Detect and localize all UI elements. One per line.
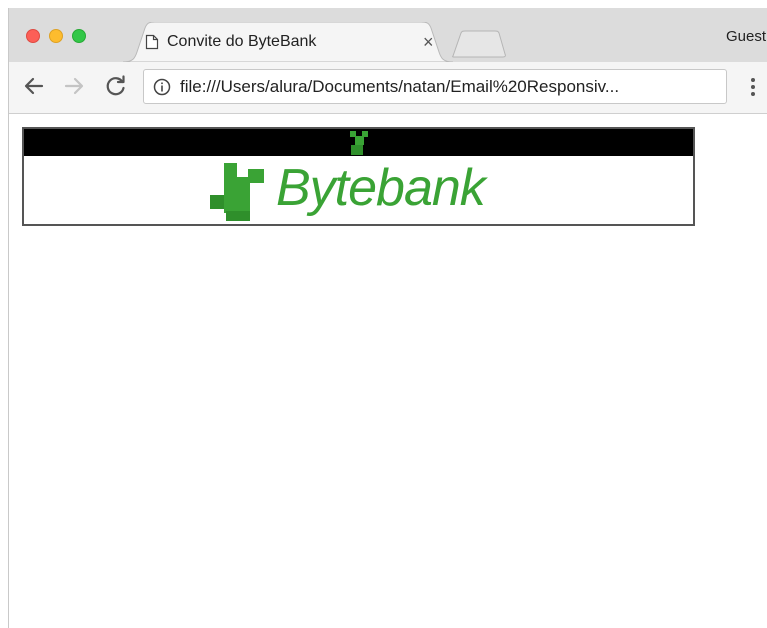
- browser-window: Convite do ByteBank × Guest file:///User…: [8, 8, 767, 628]
- tab-title: Convite do ByteBank: [167, 33, 317, 50]
- profile-label[interactable]: Guest: [726, 28, 766, 45]
- window-close-button[interactable]: [26, 29, 40, 43]
- window-minimize-button[interactable]: [49, 29, 63, 43]
- tab-active[interactable]: Convite do ByteBank ×: [123, 22, 453, 62]
- toolbar: file:///Users/alura/Documents/natan/Emai…: [9, 62, 767, 114]
- vertical-dots-icon[interactable]: [746, 74, 760, 100]
- tab-strip: Convite do ByteBank × Guest: [9, 8, 767, 62]
- tab-close-icon[interactable]: ×: [423, 30, 434, 54]
- address-bar[interactable]: file:///Users/alura/Documents/natan/Emai…: [143, 69, 727, 104]
- email-container: Bytebank: [22, 127, 695, 226]
- info-icon[interactable]: [153, 78, 171, 96]
- url-text[interactable]: file:///Users/alura/Documents/natan/Emai…: [180, 77, 619, 97]
- reload-icon[interactable]: [103, 73, 129, 99]
- brand-name: Bytebank: [276, 159, 486, 217]
- page-icon: [145, 34, 159, 50]
- window-maximize-button[interactable]: [72, 29, 86, 43]
- arrow-left-icon[interactable]: [21, 73, 47, 99]
- bytebank-mini-logo-icon: [350, 131, 368, 155]
- bytebank-logo-mark-icon: [210, 163, 264, 221]
- page-content: Bytebank: [9, 114, 767, 628]
- arrow-right-icon[interactable]: [61, 73, 87, 99]
- new-tab-button[interactable]: [451, 30, 507, 58]
- email-header-bar: [24, 129, 693, 156]
